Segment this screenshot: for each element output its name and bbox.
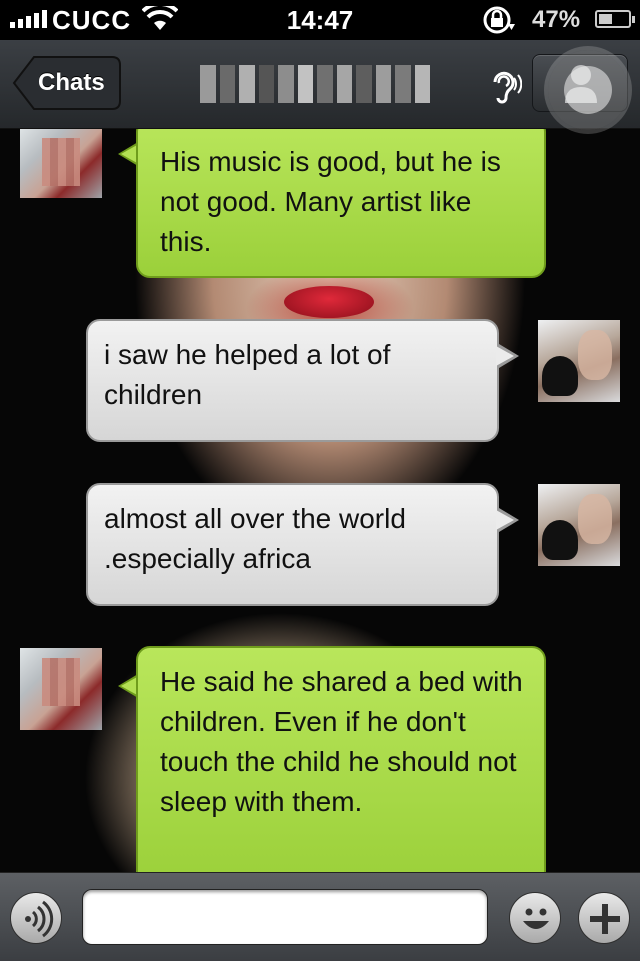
my-avatar[interactable]: [538, 320, 620, 402]
plus-icon: [590, 904, 620, 934]
contact-name-blurred: [200, 65, 430, 103]
friend-avatar[interactable]: [20, 128, 102, 198]
message-bubble-incoming[interactable]: His music is good, but he is not good. M…: [136, 128, 546, 278]
wallpaper-lips: [284, 286, 374, 318]
voice-input-button[interactable]: [10, 892, 62, 944]
bubble-tail: [496, 346, 514, 366]
message-input-bar: [0, 872, 640, 961]
chat-nav-bar: Chats: [0, 40, 640, 130]
message-list[interactable]: His music is good, but he is not good. M…: [0, 128, 640, 872]
add-attachment-button[interactable]: [578, 892, 630, 944]
battery-icon: [595, 10, 635, 28]
rotation-lock-icon: [483, 6, 515, 34]
emoji-button[interactable]: [509, 892, 561, 944]
battery-percent: 47%: [532, 6, 581, 33]
message-bubble-outgoing[interactable]: almost all over the world .especially af…: [86, 483, 499, 606]
assistive-touch-button[interactable]: [548, 50, 628, 130]
my-avatar[interactable]: [538, 484, 620, 566]
back-to-chats-button[interactable]: Chats: [12, 55, 122, 111]
message-bubble-incoming[interactable]: He said he shared a bed with children. E…: [136, 646, 546, 872]
message-input[interactable]: [82, 889, 488, 945]
status-bar: CUCC 14:47 47%: [0, 0, 640, 40]
voice-input-icon: [25, 900, 54, 938]
earpiece-icon[interactable]: [486, 68, 522, 104]
emoji-icon: [523, 908, 549, 929]
back-button-label: Chats: [38, 69, 105, 96]
message-bubble-outgoing[interactable]: i saw he helped a lot of children: [86, 319, 499, 442]
bubble-tail: [496, 510, 514, 530]
friend-avatar[interactable]: [20, 648, 102, 730]
